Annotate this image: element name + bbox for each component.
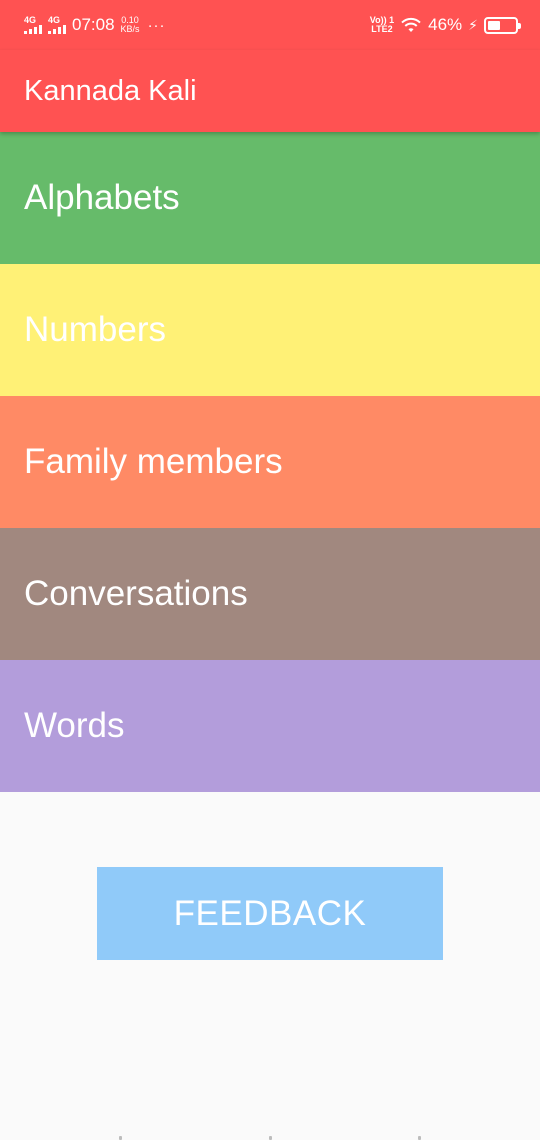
status-bar: 4G 4G 07:08 0.10 KB/s ··· Vo)) 1 LTE2 46… [0,0,540,50]
category-list: Alphabets Numbers Family members Convers… [0,132,540,792]
nav-home-button[interactable] [269,1136,272,1140]
battery-level-fill [488,20,500,30]
app-title: Kannada Kali [24,74,197,107]
category-numbers[interactable]: Numbers [0,264,540,396]
wifi-icon [401,17,421,32]
nav-back-button[interactable] [119,1136,122,1140]
signal-2: 4G [48,16,66,34]
category-conversations[interactable]: Conversations [0,528,540,660]
category-family-members[interactable]: Family members [0,396,540,528]
category-label: Numbers [24,310,166,349]
charging-bolt-icon: ⚡ [468,16,478,33]
network-type-1: 4G [24,15,37,25]
battery-icon [484,16,521,34]
volte-bottom: LTE2 [371,24,393,34]
category-words[interactable]: Words [0,660,540,792]
screen: 4G 4G 07:08 0.10 KB/s ··· Vo)) 1 LTE2 46… [0,0,540,1140]
more-notifications-icon: ··· [147,16,166,34]
volte-indicator: Vo)) 1 LTE2 [370,15,394,35]
network-type-2: 4G [48,15,61,25]
nav-recents-button[interactable] [418,1136,421,1140]
signal-1: 4G [24,16,42,34]
battery-percent: 46% [428,15,463,34]
clock: 07:08 [72,15,115,34]
speed-unit: KB/s [120,24,140,34]
category-label: Alphabets [24,178,180,217]
category-label: Family members [24,442,283,481]
network-speed: 0.10 KB/s [121,16,140,34]
category-label: Conversations [24,574,248,613]
signal-bars-icon [48,25,66,34]
signal-bars-icon [24,25,42,34]
navigation-bar [0,1130,540,1140]
app-bar: Kannada Kali [0,50,540,132]
status-right: Vo)) 1 LTE2 46% ⚡ [370,15,521,35]
feedback-button[interactable]: FEEDBACK [97,867,443,960]
status-left: 4G 4G 07:08 0.10 KB/s ··· [24,15,166,35]
category-label: Words [24,706,125,745]
category-alphabets[interactable]: Alphabets [0,132,540,264]
